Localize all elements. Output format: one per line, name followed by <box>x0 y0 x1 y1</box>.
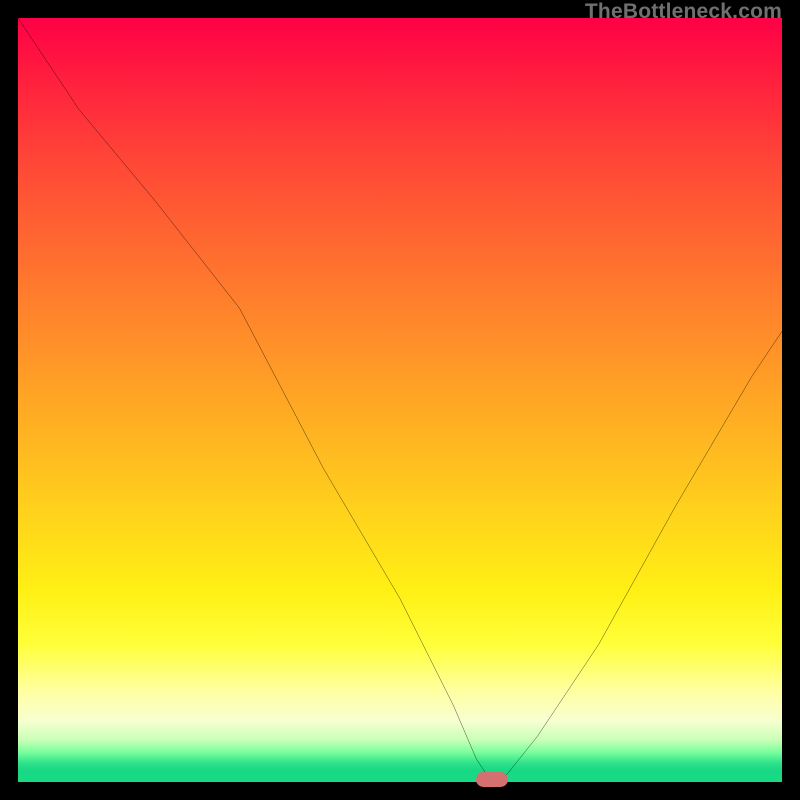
watermark-text: TheBottleneck.com <box>585 0 782 24</box>
plot-area <box>18 18 782 782</box>
bottleneck-curve <box>18 18 782 782</box>
optimum-marker <box>476 772 508 787</box>
chart-frame: TheBottleneck.com <box>0 0 800 800</box>
